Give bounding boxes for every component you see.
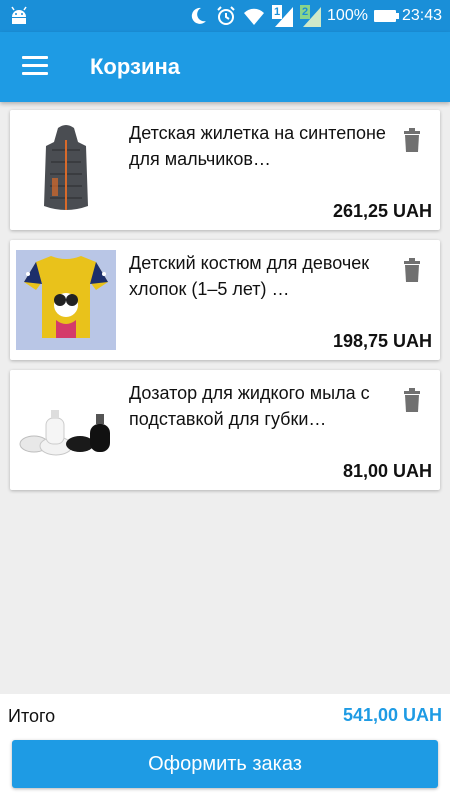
product-image-soap-dispenser	[16, 380, 116, 480]
sim1-signal-icon: 1	[271, 5, 294, 27]
total-value: 541,00 UAH	[342, 705, 442, 725]
product-price: 261,25 UAH	[332, 201, 432, 221]
alarm-clock-icon	[217, 6, 235, 25]
status-bar: 1 2 100% 23:43	[0, 0, 450, 32]
hamburger-menu-icon[interactable]	[22, 56, 48, 78]
battery-percent: 100%	[327, 7, 368, 24]
checkout-button[interactable]: Оформить заказ	[12, 740, 438, 788]
android-notification-icon	[11, 6, 27, 24]
product-price: 198,75 UAH	[332, 331, 432, 351]
delete-trash-icon[interactable]	[402, 388, 422, 412]
product-price: 81,00 UAH	[342, 461, 432, 481]
clock: 23:43	[401, 7, 442, 24]
delete-trash-icon[interactable]	[402, 128, 422, 152]
delete-trash-icon[interactable]	[402, 258, 422, 282]
sim2-signal-icon: 2	[299, 5, 322, 27]
do-not-disturb-moon-icon	[191, 7, 207, 24]
cart-item[interactable]: Детский костюм для девочек хлопок (1–5 л…	[10, 240, 440, 360]
product-image-vest	[16, 120, 116, 220]
cart-item[interactable]: Дозатор для жидкого мыла с подставкой дл…	[10, 370, 440, 490]
cart-item[interactable]: Детская жилетка на синтепоне для мальчик…	[10, 110, 440, 230]
wifi-icon	[244, 8, 265, 25]
product-name: Детская жилетка на синтепоне для мальчик…	[129, 123, 386, 169]
sim2-label: 2	[300, 5, 311, 19]
product-name: Детский костюм для девочек хлопок (1–5 л…	[129, 253, 370, 299]
page-title: Корзина	[90, 54, 180, 79]
product-image-girls-suit	[16, 250, 116, 350]
app-bar: Корзина	[0, 32, 450, 102]
battery-icon	[373, 10, 399, 22]
product-name: Дозатор для жидкого мыла с подставкой дл…	[129, 383, 370, 429]
total-label: Итого	[8, 706, 56, 726]
cart-summary-footer: Итого 541,00 UAH Оформить заказ	[0, 694, 450, 800]
sim1-label: 1	[272, 5, 283, 19]
